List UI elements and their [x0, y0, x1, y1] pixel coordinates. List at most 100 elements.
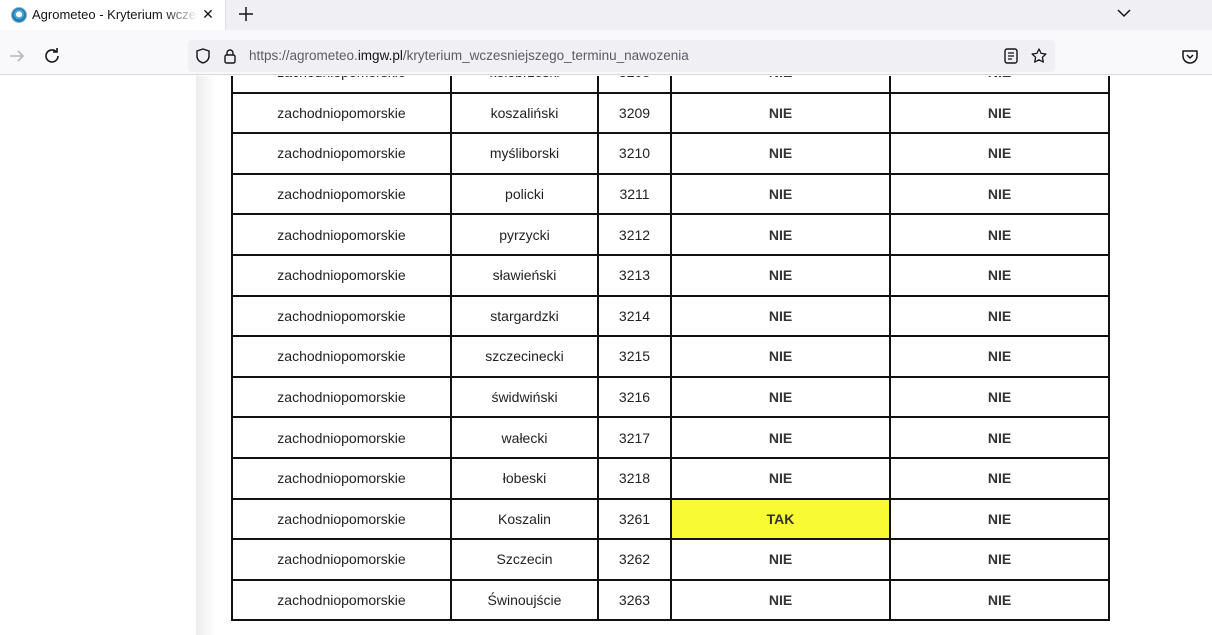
content-shadow [196, 76, 214, 635]
voivodeship-cell: zachodniopomorskie [231, 538, 452, 581]
criterion-a-cell: NIE [670, 416, 891, 459]
code-cell: 3217 [597, 416, 672, 459]
criterion-b-cell: NIE [889, 294, 1110, 338]
criterion-a-cell: TAK [670, 497, 891, 541]
county-cell: Świnoujście [450, 578, 599, 622]
table-row: zachodniopomorskie świdwiński 3216 NIE NIE [231, 375, 1110, 419]
back-button[interactable] [6, 45, 28, 67]
table-row: zachodniopomorskiekołobrzeski3208NIENIE [231, 76, 1110, 94]
address-bar[interactable]: https://agrometeo.imgw.pl/kryterium_wcze… [188, 40, 1055, 72]
county-cell: myśliborski [450, 132, 599, 175]
criterion-b-cell: NIE [889, 497, 1110, 541]
voivodeship-cell: zachodniopomorskie [231, 76, 452, 94]
url-domain: imgw.pl [357, 48, 403, 63]
table-row: zachodniopomorskie sławieński 3213 NIE NIE [231, 253, 1110, 297]
plus-icon [239, 7, 253, 21]
county-cell: Koszalin [450, 497, 599, 541]
county-cell: pyrzycki [450, 213, 599, 256]
criterion-a-cell: NIE [670, 294, 891, 338]
county-cell: szczecinecki [450, 335, 599, 378]
criterion-b-cell: NIE [889, 213, 1110, 256]
criterion-a-cell: NIE [670, 538, 891, 581]
close-tab-icon[interactable]: ✕ [199, 4, 217, 24]
code-cell: 3211 [597, 172, 672, 216]
county-cell: sławieński [450, 253, 599, 297]
table-row: zachodniopomorskie koszaliński 3209 NIE NIE [231, 91, 1110, 135]
criterion-b-cell: NIE [889, 375, 1110, 419]
county-cell: wałecki [450, 416, 599, 459]
shield-icon[interactable] [194, 47, 212, 65]
tab-title: Agrometeo - Kryterium wcześniejszego ter… [32, 7, 198, 22]
county-cell: Szczecin [450, 538, 599, 581]
table-row: zachodniopomorskie szczecinecki 3215 NIE NIE [231, 335, 1110, 378]
code-cell: 3263 [597, 578, 672, 622]
county-cell: kołobrzeski [450, 76, 599, 94]
criterion-b-cell: NIE [889, 132, 1110, 175]
url-path: /kryterium_wczesniejszego_terminu_nawoze… [402, 48, 689, 63]
reload-icon [45, 48, 59, 63]
url-prefix: https://agrometeo. [249, 48, 358, 63]
table-row: zachodniopomorskie Świnoujście 3263 NIE NIE [231, 578, 1110, 622]
arrow-right-icon [10, 50, 25, 62]
criterion-a-cell: NIE [670, 213, 891, 256]
criterion-b-cell: NIE [889, 335, 1110, 378]
criterion-b-cell: NIE [889, 578, 1110, 622]
criterion-b-cell: NIE [889, 538, 1110, 581]
county-cell: koszaliński [450, 91, 599, 135]
criterion-a-cell: NIE [670, 578, 891, 622]
pocket-button[interactable] [1179, 45, 1201, 67]
site-favicon-icon [11, 7, 27, 23]
voivodeship-cell: zachodniopomorskie [231, 335, 452, 378]
criterion-a-cell: NIE [670, 335, 891, 378]
list-all-tabs-button[interactable] [1114, 3, 1134, 23]
table-row: zachodniopomorskie myśliborski 3210 NIE NIE [231, 132, 1110, 175]
criterion-b-cell: NIE [889, 91, 1110, 135]
navigation-toolbar: https://agrometeo.imgw.pl/kryterium_wcze… [0, 37, 1212, 75]
table-row: zachodniopomorskie łobeski 3218 NIE NIE [231, 456, 1110, 500]
code-cell: 3209 [597, 91, 672, 135]
table-row: zachodniopomorskie pyrzycki 3212 NIE NIE [231, 213, 1110, 256]
criterion-a-cell: NIE [670, 172, 891, 216]
tab-agrometeo[interactable]: Agrometeo - Kryterium wcześniejszego ter… [0, 0, 226, 30]
table-row: zachodniopomorskie wałecki 3217 NIE NIE [231, 416, 1110, 459]
county-cell: łobeski [450, 456, 599, 500]
chevron-down-icon [1117, 9, 1131, 18]
criterion-a-cell: NIE [670, 76, 891, 94]
new-tab-button[interactable] [234, 2, 258, 26]
voivodeship-cell: zachodniopomorskie [231, 578, 452, 622]
voivodeship-cell: zachodniopomorskie [231, 91, 452, 135]
criterion-b-cell: NIE [889, 172, 1110, 216]
code-cell: 3213 [597, 253, 672, 297]
criterion-a-cell: NIE [670, 253, 891, 297]
voivodeship-cell: zachodniopomorskie [231, 213, 452, 256]
table-row: zachodniopomorskie Szczecin 3262 NIE NIE [231, 538, 1110, 581]
criterion-a-cell: NIE [670, 132, 891, 175]
county-cell: stargardzki [450, 294, 599, 338]
table-body: zachodniopomorskiekołobrzeski3208NIENIEz… [231, 76, 1110, 622]
criterion-table: zachodniopomorskiekołobrzeski3208NIENIEz… [231, 76, 1110, 622]
voivodeship-cell: zachodniopomorskie [231, 294, 452, 338]
reload-button[interactable] [41, 45, 63, 67]
voivodeship-cell: zachodniopomorskie [231, 497, 452, 541]
code-cell: 3212 [597, 213, 672, 256]
url-text[interactable]: https://agrometeo.imgw.pl/kryterium_wcze… [249, 48, 689, 63]
lock-icon[interactable] [221, 47, 239, 65]
reader-view-icon[interactable] [1002, 47, 1020, 65]
table-row: zachodniopomorskie stargardzki 3214 NIE NIE [231, 294, 1110, 338]
voivodeship-cell: zachodniopomorskie [231, 172, 452, 216]
criterion-b-cell: NIE [889, 253, 1110, 297]
criterion-a-cell: NIE [670, 375, 891, 419]
code-cell: 3262 [597, 538, 672, 581]
bookmark-star-icon[interactable] [1030, 47, 1048, 65]
criterion-b-cell: NIE [889, 76, 1110, 94]
code-cell: 3218 [597, 456, 672, 500]
criterion-a-cell: NIE [670, 91, 891, 135]
code-cell: 3208 [597, 76, 672, 94]
code-cell: 3216 [597, 375, 672, 419]
code-cell: 3210 [597, 132, 672, 175]
code-cell: 3215 [597, 335, 672, 378]
voivodeship-cell: zachodniopomorskie [231, 456, 452, 500]
county-cell: świdwiński [450, 375, 599, 419]
tab-bar: Agrometeo - Kryterium wcześniejszego ter… [0, 0, 1212, 30]
table-row: zachodniopomorskie Koszalin 3261 TAK NIE [231, 497, 1110, 541]
